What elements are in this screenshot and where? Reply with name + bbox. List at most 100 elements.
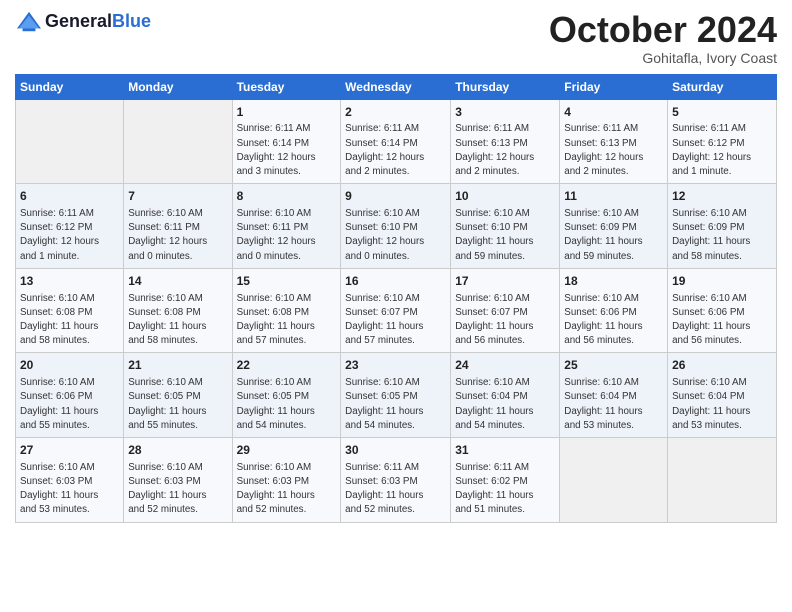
day-number: 23 — [345, 357, 446, 374]
calendar-cell: 1Sunrise: 6:11 AM Sunset: 6:14 PM Daylig… — [232, 99, 341, 184]
day-number: 21 — [128, 357, 227, 374]
day-info: Sunrise: 6:10 AM Sunset: 6:05 PM Dayligh… — [128, 376, 227, 433]
calendar-cell: 12 Sunrise: 6:10 AM Sunset: 6:09 PM Dayli… — [668, 184, 777, 269]
calendar-cell: 29 Sunrise: 6:10 AM Sunset: 6:03 PM Dayli… — [232, 438, 341, 523]
day-number: 3 — [455, 104, 555, 121]
day-number: 12 — [672, 188, 772, 205]
title-block: October 2024 Gohitafla, Ivory Coast — [549, 10, 777, 66]
calendar-cell: 24Sunrise: 6:10 AM Sunset: 6:04 PM Dayli… — [451, 353, 560, 438]
day-info: Sunrise: 6:10 AM Sunset: 6:07 PM Dayligh… — [455, 292, 555, 349]
day-number: 29 — [237, 442, 337, 459]
day-info: Sunrise: 6:10 AM Sunset: 6:04 PM Dayligh… — [672, 376, 772, 433]
week-row-3: 13 Sunrise: 6:10 AM Sunset: 6:08 PM Dayli… — [16, 268, 777, 353]
dow-header-monday: Monday — [124, 74, 232, 99]
day-number: 5 — [672, 104, 772, 121]
day-info: Sunrise: 6:11 AM Sunset: 6:02 PM Dayligh… — [455, 461, 555, 518]
day-number: 8 — [237, 188, 337, 205]
calendar-cell: 13 Sunrise: 6:10 AM Sunset: 6:08 PM Dayli… — [16, 268, 124, 353]
calendar-body: 1Sunrise: 6:11 AM Sunset: 6:14 PM Daylig… — [16, 99, 777, 522]
page-header: GeneralBlue October 2024 Gohitafla, Ivor… — [15, 10, 777, 66]
dow-header-wednesday: Wednesday — [341, 74, 451, 99]
calendar-cell: 20Sunrise: 6:10 AM Sunset: 6:06 PM Dayli… — [16, 353, 124, 438]
calendar-cell: 30 Sunrise: 6:11 AM Sunset: 6:03 PM Dayli… — [341, 438, 451, 523]
day-info: Sunrise: 6:10 AM Sunset: 6:10 PM Dayligh… — [345, 207, 446, 264]
calendar-cell: 23Sunrise: 6:10 AM Sunset: 6:05 PM Dayli… — [341, 353, 451, 438]
calendar-cell: 8 Sunrise: 6:10 AM Sunset: 6:11 PM Daylig… — [232, 184, 341, 269]
day-info: Sunrise: 6:11 AM Sunset: 6:14 PM Dayligh… — [345, 122, 446, 179]
calendar-cell: 31 Sunrise: 6:11 AM Sunset: 6:02 PM Dayli… — [451, 438, 560, 523]
dow-header-sunday: Sunday — [16, 74, 124, 99]
month-title: October 2024 — [549, 10, 777, 50]
day-info: Sunrise: 6:10 AM Sunset: 6:04 PM Dayligh… — [455, 376, 555, 433]
calendar-cell: 28Sunrise: 6:10 AM Sunset: 6:03 PM Dayli… — [124, 438, 232, 523]
calendar-cell: 21 Sunrise: 6:10 AM Sunset: 6:05 PM Dayli… — [124, 353, 232, 438]
calendar-cell: 11 Sunrise: 6:10 AM Sunset: 6:09 PM Dayli… — [560, 184, 668, 269]
calendar-cell: 16Sunrise: 6:10 AM Sunset: 6:07 PM Dayli… — [341, 268, 451, 353]
dow-header-friday: Friday — [560, 74, 668, 99]
day-info: Sunrise: 6:10 AM Sunset: 6:09 PM Dayligh… — [564, 207, 663, 264]
calendar-cell: 5Sunrise: 6:11 AM Sunset: 6:12 PM Daylig… — [668, 99, 777, 184]
calendar-cell — [560, 438, 668, 523]
logo: GeneralBlue — [15, 10, 151, 34]
day-info: Sunrise: 6:11 AM Sunset: 6:14 PM Dayligh… — [237, 122, 337, 179]
day-number: 11 — [564, 188, 663, 205]
day-number: 27 — [20, 442, 119, 459]
calendar-cell: 6 Sunrise: 6:11 AM Sunset: 6:12 PM Daylig… — [16, 184, 124, 269]
day-info: Sunrise: 6:10 AM Sunset: 6:07 PM Dayligh… — [345, 292, 446, 349]
day-number: 1 — [237, 104, 337, 121]
day-info: Sunrise: 6:11 AM Sunset: 6:12 PM Dayligh… — [672, 122, 772, 179]
day-number: 28 — [128, 442, 227, 459]
days-of-week-row: SundayMondayTuesdayWednesdayThursdayFrid… — [16, 74, 777, 99]
day-info: Sunrise: 6:10 AM Sunset: 6:06 PM Dayligh… — [672, 292, 772, 349]
calendar-cell: 19 Sunrise: 6:10 AM Sunset: 6:06 PM Dayli… — [668, 268, 777, 353]
calendar-page: GeneralBlue October 2024 Gohitafla, Ivor… — [0, 0, 792, 612]
logo-icon — [15, 10, 43, 34]
day-number: 18 — [564, 273, 663, 290]
day-number: 17 — [455, 273, 555, 290]
day-info: Sunrise: 6:10 AM Sunset: 6:11 PM Dayligh… — [237, 207, 337, 264]
day-info: Sunrise: 6:10 AM Sunset: 6:03 PM Dayligh… — [237, 461, 337, 518]
day-number: 14 — [128, 273, 227, 290]
day-info: Sunrise: 6:10 AM Sunset: 6:08 PM Dayligh… — [20, 292, 119, 349]
calendar-cell: 9Sunrise: 6:10 AM Sunset: 6:10 PM Daylig… — [341, 184, 451, 269]
day-info: Sunrise: 6:10 AM Sunset: 6:10 PM Dayligh… — [455, 207, 555, 264]
calendar-table: SundayMondayTuesdayWednesdayThursdayFrid… — [15, 74, 777, 523]
day-number: 10 — [455, 188, 555, 205]
day-info: Sunrise: 6:11 AM Sunset: 6:12 PM Dayligh… — [20, 207, 119, 264]
week-row-1: 1Sunrise: 6:11 AM Sunset: 6:14 PM Daylig… — [16, 99, 777, 184]
calendar-cell: 7Sunrise: 6:10 AM Sunset: 6:11 PM Daylig… — [124, 184, 232, 269]
day-info: Sunrise: 6:11 AM Sunset: 6:13 PM Dayligh… — [564, 122, 663, 179]
day-number: 6 — [20, 188, 119, 205]
logo-blue: Blue — [112, 11, 151, 31]
day-number: 26 — [672, 357, 772, 374]
calendar-cell — [124, 99, 232, 184]
calendar-cell: 4Sunrise: 6:11 AM Sunset: 6:13 PM Daylig… — [560, 99, 668, 184]
calendar-cell: 3Sunrise: 6:11 AM Sunset: 6:13 PM Daylig… — [451, 99, 560, 184]
day-number: 31 — [455, 442, 555, 459]
dow-header-saturday: Saturday — [668, 74, 777, 99]
day-number: 15 — [237, 273, 337, 290]
location: Gohitafla, Ivory Coast — [549, 50, 777, 66]
week-row-2: 6 Sunrise: 6:11 AM Sunset: 6:12 PM Daylig… — [16, 184, 777, 269]
day-info: Sunrise: 6:11 AM Sunset: 6:13 PM Dayligh… — [455, 122, 555, 179]
day-number: 19 — [672, 273, 772, 290]
calendar-cell: 17 Sunrise: 6:10 AM Sunset: 6:07 PM Dayli… — [451, 268, 560, 353]
day-info: Sunrise: 6:10 AM Sunset: 6:06 PM Dayligh… — [20, 376, 119, 433]
day-info: Sunrise: 6:10 AM Sunset: 6:06 PM Dayligh… — [564, 292, 663, 349]
day-number: 13 — [20, 273, 119, 290]
day-info: Sunrise: 6:10 AM Sunset: 6:04 PM Dayligh… — [564, 376, 663, 433]
calendar-cell — [16, 99, 124, 184]
week-row-5: 27 Sunrise: 6:10 AM Sunset: 6:03 PM Dayli… — [16, 438, 777, 523]
day-number: 2 — [345, 104, 446, 121]
day-info: Sunrise: 6:10 AM Sunset: 6:11 PM Dayligh… — [128, 207, 227, 264]
day-info: Sunrise: 6:11 AM Sunset: 6:03 PM Dayligh… — [345, 461, 446, 518]
day-info: Sunrise: 6:10 AM Sunset: 6:05 PM Dayligh… — [237, 376, 337, 433]
calendar-cell: 15 Sunrise: 6:10 AM Sunset: 6:08 PM Dayli… — [232, 268, 341, 353]
day-number: 30 — [345, 442, 446, 459]
calendar-cell: 25 Sunrise: 6:10 AM Sunset: 6:04 PM Dayli… — [560, 353, 668, 438]
calendar-cell: 22Sunrise: 6:10 AM Sunset: 6:05 PM Dayli… — [232, 353, 341, 438]
day-info: Sunrise: 6:10 AM Sunset: 6:09 PM Dayligh… — [672, 207, 772, 264]
calendar-cell: 10 Sunrise: 6:10 AM Sunset: 6:10 PM Dayli… — [451, 184, 560, 269]
day-number: 25 — [564, 357, 663, 374]
day-info: Sunrise: 6:10 AM Sunset: 6:08 PM Dayligh… — [237, 292, 337, 349]
